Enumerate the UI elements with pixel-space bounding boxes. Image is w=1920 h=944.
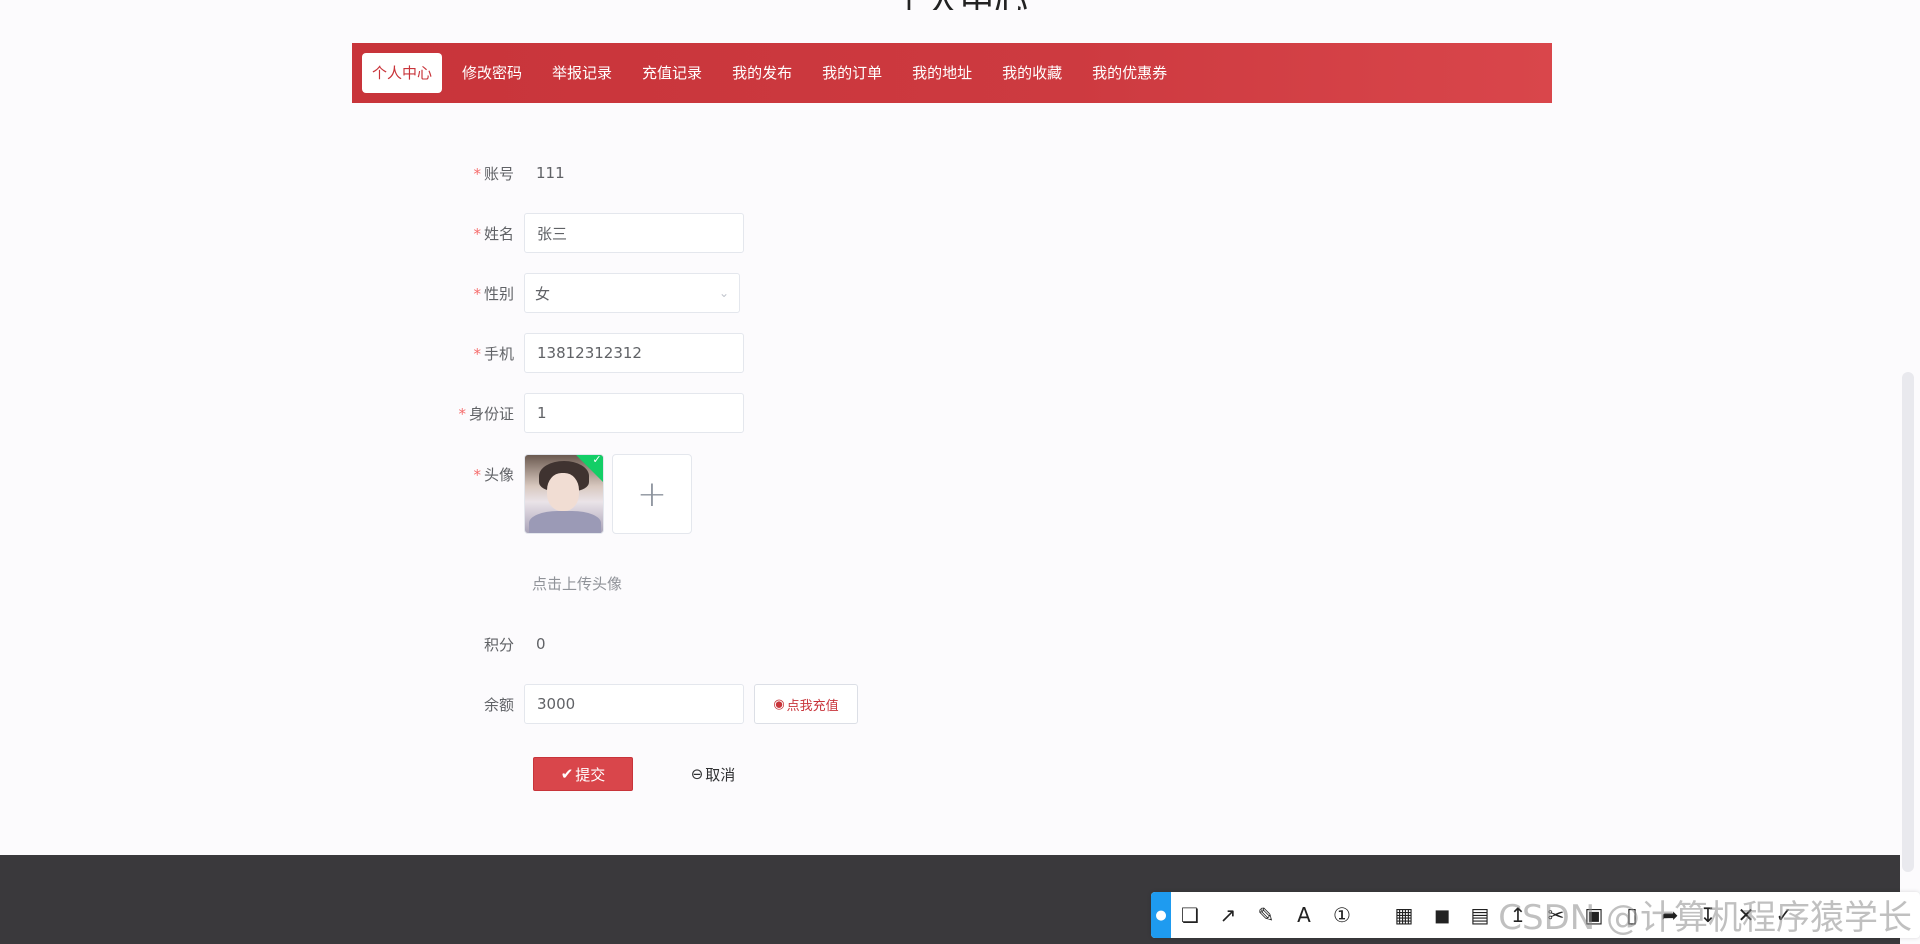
required-mark: * (458, 404, 466, 423)
gender-selected-value: 女 (535, 284, 551, 303)
points-label: 积分 (483, 635, 514, 654)
download-icon[interactable]: ↧ (1689, 892, 1727, 938)
phone-label-text: 手机 (483, 344, 514, 363)
shape-icon[interactable]: ❏ (1171, 892, 1209, 938)
tab-my-coupons[interactable]: 我的优惠券 (1082, 53, 1177, 93)
id-card-row: * 身份证 1 (400, 393, 744, 433)
name-label: * 姓名 (400, 223, 524, 244)
balance-label: 余额 (483, 695, 514, 714)
page-scrollbar[interactable] (1902, 372, 1914, 872)
submit-button[interactable]: ✔ 提交 (533, 757, 633, 791)
tab-report-records[interactable]: 举报记录 (542, 53, 622, 93)
name-label-text: 姓名 (483, 224, 514, 243)
avatar-uploader: ✓ + (524, 454, 692, 534)
mosaic-icon[interactable]: ▦ (1385, 892, 1423, 938)
avatar-row: * 头像 ✓ + (400, 454, 692, 534)
name-input[interactable]: 张三 (524, 213, 744, 253)
coin-icon: ◉ (773, 696, 785, 712)
scissors-icon[interactable]: ✂ (1537, 892, 1575, 938)
name-row: * 姓名 张三 (400, 213, 744, 253)
gender-select[interactable]: 女 ⌄ (524, 273, 740, 313)
account-label-text: 账号 (483, 164, 514, 183)
id-card-label-text: 身份证 (468, 404, 514, 423)
required-mark: * (473, 344, 481, 363)
avatar-face (547, 473, 579, 511)
chevron-down-icon: ⌄ (718, 286, 729, 300)
gender-label: * 性别 (400, 283, 524, 304)
required-mark: * (473, 224, 481, 243)
tab-my-addresses[interactable]: 我的地址 (902, 53, 982, 93)
cancel-button-label: 取消 (705, 765, 736, 784)
long-screenshot-icon[interactable]: ▯ (1613, 892, 1651, 938)
blur-icon[interactable]: ◼ (1423, 892, 1461, 938)
tab-my-orders[interactable]: 我的订单 (812, 53, 892, 93)
tab-change-password[interactable]: 修改密码 (452, 53, 532, 93)
required-mark: * (473, 164, 481, 183)
id-card-label: * 身份证 (400, 403, 524, 424)
highlight-icon[interactable]: ▤ (1461, 892, 1499, 938)
recharge-button[interactable]: ◉ 点我充值 (754, 684, 858, 724)
balance-input[interactable]: 3000 (524, 684, 744, 724)
avatar-shirt (529, 511, 601, 533)
phone-row: * 手机 13812312312 (400, 333, 744, 373)
screenshot-toolbar: ● ❏ ↗ ✎ A ① ▦ ◼ ▤ ↥ ✂ ▣ ▯ ➦ ↧ ✕ ✓ (1151, 892, 1920, 938)
required-mark: * (473, 284, 481, 303)
close-icon[interactable]: ✕ (1727, 892, 1765, 938)
number-icon[interactable]: ① (1323, 892, 1361, 938)
pen-icon[interactable]: ✎ (1247, 892, 1285, 938)
check-icon: ✓ (592, 454, 602, 467)
minus-circle-icon: ⊖ (690, 765, 704, 783)
page-title: 个人中心 (0, 0, 1920, 10)
phone-input[interactable]: 13812312312 (524, 333, 744, 373)
ocr-icon[interactable]: ▣ (1575, 892, 1613, 938)
plus-icon: + (636, 473, 668, 515)
tab-my-posts[interactable]: 我的发布 (722, 53, 802, 93)
check-circle-icon: ✔ (560, 765, 574, 783)
bell-icon[interactable]: ● (1151, 892, 1171, 938)
upload-avatar-button[interactable]: + (612, 454, 692, 534)
tab-recharge-records[interactable]: 充值记录 (632, 53, 712, 93)
cancel-button[interactable]: ⊖ 取消 (672, 757, 754, 791)
account-row: * 账号 111 (400, 153, 565, 193)
text-icon[interactable]: A (1285, 892, 1323, 938)
required-mark: * (473, 466, 481, 484)
gender-row: * 性别 女 ⌄ (400, 273, 740, 313)
points-value: 0 (536, 635, 546, 653)
tab-profile-center[interactable]: 个人中心 (362, 53, 443, 93)
recharge-button-label: 点我充值 (786, 698, 839, 714)
balance-row: 余额 3000 ◉ 点我充值 (400, 684, 858, 724)
phone-label: * 手机 (400, 343, 524, 364)
share-icon[interactable]: ➦ (1651, 892, 1689, 938)
submit-button-label: 提交 (575, 765, 606, 784)
account-value: 111 (536, 164, 565, 182)
pin-icon[interactable]: ↥ (1499, 892, 1537, 938)
arrow-icon[interactable]: ↗ (1209, 892, 1247, 938)
avatar-label: * 头像 (400, 454, 524, 485)
gender-label-text: 性别 (483, 284, 514, 303)
confirm-icon[interactable]: ✓ (1765, 892, 1803, 938)
tab-my-favorites[interactable]: 我的收藏 (992, 53, 1072, 93)
id-card-input[interactable]: 1 (524, 393, 744, 433)
avatar-image[interactable]: ✓ (524, 454, 604, 534)
avatar-label-text: 头像 (483, 466, 514, 484)
avatar-upload-hint: 点击上传头像 (532, 575, 623, 593)
points-row: 积分 0 (400, 624, 546, 664)
profile-tab-bar: 个人中心 修改密码 举报记录 充值记录 我的发布 我的订单 我的地址 我的收藏 … (352, 43, 1552, 103)
account-label: * 账号 (400, 163, 524, 184)
